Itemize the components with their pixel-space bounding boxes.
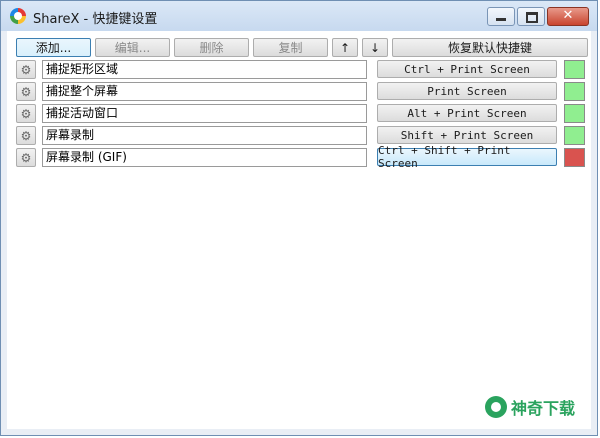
- gear-icon: ⚙: [20, 106, 32, 121]
- close-button[interactable]: ✕: [547, 7, 589, 26]
- sharex-icon: [10, 8, 26, 24]
- hotkey-binding-button[interactable]: Ctrl + Shift + Print Screen: [377, 144, 557, 170]
- hotkey-name: 捕捉整个屏幕: [42, 82, 367, 101]
- content-area: 添加... 编辑... 删除 复制 ↑ ↓ 恢复默认快捷键 ⚙ 捕捉矩形区域 C…: [7, 31, 591, 429]
- gear-icon: ⚙: [20, 128, 32, 143]
- minimize-button[interactable]: [487, 7, 515, 26]
- hotkey-settings-button[interactable]: ⚙: [16, 60, 36, 79]
- hotkey-name: 捕捉矩形区域: [42, 60, 367, 79]
- hotkey-settings-window: ShareX - 快捷键设置 ✕ 添加... 编辑... 删除 复制 ↑ ↓ 恢…: [0, 0, 598, 436]
- hotkey-row: ⚙ 捕捉整个屏幕 Print Screen: [16, 82, 586, 102]
- hotkey-row: ⚙ 屏幕录制 Shift + Print Screen: [16, 126, 586, 146]
- hotkey-name: 屏幕录制 (GIF): [42, 148, 367, 167]
- hotkey-row: ⚙ 捕捉矩形区域 Ctrl + Print Screen: [16, 60, 586, 80]
- gear-icon: ⚙: [20, 150, 32, 165]
- hotkey-settings-button[interactable]: ⚙: [16, 148, 36, 167]
- hotkey-row: ⚙ 屏幕录制 (GIF) Ctrl + Shift + Print Screen: [16, 144, 586, 170]
- gear-icon: ⚙: [20, 84, 32, 99]
- remove-button[interactable]: 删除: [174, 38, 249, 57]
- hotkey-settings-button[interactable]: ⚙: [16, 104, 36, 123]
- gear-icon: ⚙: [20, 62, 32, 77]
- edit-button[interactable]: 编辑...: [95, 38, 170, 57]
- move-down-button[interactable]: ↓: [362, 38, 388, 57]
- maximize-icon: [526, 12, 538, 23]
- hotkey-binding-button[interactable]: Print Screen: [377, 82, 557, 100]
- hotkey-status-indicator: [564, 126, 585, 145]
- close-icon: ✕: [562, 8, 574, 23]
- hotkey-binding-button[interactable]: Alt + Print Screen: [377, 104, 557, 122]
- title-bar[interactable]: ShareX - 快捷键设置 ✕: [1, 1, 597, 31]
- hotkey-name: 捕捉活动窗口: [42, 104, 367, 123]
- maximize-button[interactable]: [517, 7, 545, 26]
- add-button[interactable]: 添加...: [16, 38, 91, 57]
- reset-defaults-button[interactable]: 恢复默认快捷键: [392, 38, 588, 57]
- hotkey-name: 屏幕录制: [42, 126, 367, 145]
- hotkey-settings-button[interactable]: ⚙: [16, 126, 36, 145]
- hotkey-status-indicator: [564, 82, 585, 101]
- hotkey-settings-button[interactable]: ⚙: [16, 82, 36, 101]
- hotkey-status-indicator: [564, 104, 585, 123]
- window-title: ShareX - 快捷键设置: [33, 12, 158, 27]
- watermark: 神奇下载: [484, 395, 575, 419]
- hotkey-status-indicator: [564, 148, 585, 167]
- move-up-button[interactable]: ↑: [332, 38, 358, 57]
- watermark-text: 神奇下载: [510, 399, 575, 418]
- duplicate-button[interactable]: 复制: [253, 38, 328, 57]
- hotkey-status-indicator: [564, 60, 585, 79]
- window-controls: ✕: [487, 7, 589, 26]
- minimize-icon: [496, 18, 506, 21]
- toolbar: 添加... 编辑... 删除 复制 ↑ ↓ 恢复默认快捷键: [16, 38, 588, 57]
- hotkey-binding-button[interactable]: Shift + Print Screen: [377, 126, 557, 144]
- watermark-logo-icon: [484, 396, 507, 418]
- hotkey-row: ⚙ 捕捉活动窗口 Alt + Print Screen: [16, 104, 586, 124]
- hotkey-binding-button[interactable]: Ctrl + Print Screen: [377, 60, 557, 78]
